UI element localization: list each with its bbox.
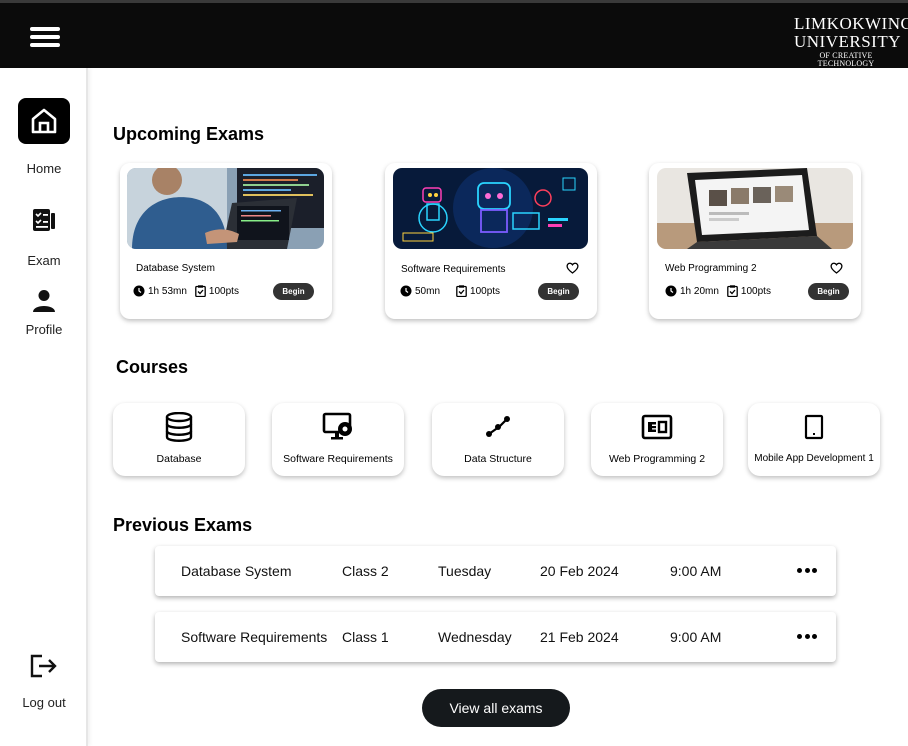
exam-title: Software Requirements xyxy=(401,264,506,275)
clock-icon xyxy=(400,285,412,297)
logo-line-2: UNIVERSITY xyxy=(794,32,901,51)
previous-exams-title: Previous Exams xyxy=(113,515,253,535)
exam-time: 9:00 AM xyxy=(670,629,722,645)
database-icon xyxy=(113,412,245,442)
duration-text: 1h 53mn xyxy=(148,285,187,297)
clipboard-icon xyxy=(456,285,467,297)
courses-title: Courses xyxy=(116,357,189,377)
course-name: Data Structure xyxy=(464,453,532,465)
exam-meta: 50mn 100pts xyxy=(400,285,508,297)
clock-icon xyxy=(133,285,145,297)
exam-title: Database System xyxy=(136,263,215,274)
duration: 1h 20mn xyxy=(665,285,719,297)
points: 100pts xyxy=(727,285,771,297)
upcoming-exams-title: Upcoming Exams xyxy=(113,124,265,144)
duration: 50mn xyxy=(400,285,440,297)
begin-button[interactable]: Begin xyxy=(273,283,314,300)
course-name: Software Requirements xyxy=(283,453,393,465)
course-card-software-requirements[interactable]: Software Requirements xyxy=(272,403,404,476)
logout-button[interactable]: Log out xyxy=(0,654,88,710)
table-row[interactable]: Software Requirements Class 1 Wednesday … xyxy=(155,612,836,662)
course-card-web-programming-2[interactable]: Web Programming 2 xyxy=(591,403,723,476)
exam-meta: 1h 53mn 100pts xyxy=(133,285,247,297)
exam-day: Tuesday xyxy=(438,563,492,579)
exam-class: Class 1 xyxy=(342,629,389,645)
top-bar: LIMKOKWING UNIVERSITY OF CREATIVE TECHNO… xyxy=(0,0,908,68)
course-card-database[interactable]: Database xyxy=(113,403,245,476)
logout-label: Log out xyxy=(22,695,66,710)
sidebar-item-exam[interactable]: Exam xyxy=(0,208,88,268)
more-options-icon[interactable] xyxy=(797,562,817,578)
sidebar-item-label: Exam xyxy=(27,253,61,268)
exam-title: Web Programming 2 xyxy=(665,263,757,274)
exam-thumbnail xyxy=(657,168,853,249)
exam-date: 20 Feb 2024 xyxy=(540,563,619,579)
more-options-icon[interactable] xyxy=(797,628,817,644)
logo-line-3: OF CREATIVE TECHNOLOGY xyxy=(817,51,875,68)
points-text: 100pts xyxy=(208,285,239,297)
exam-time: 9:00 AM xyxy=(670,563,722,579)
points-text: 100pts xyxy=(740,285,771,297)
sidebar-item-profile[interactable]: Profile xyxy=(0,289,88,337)
sidebar-item-label: Profile xyxy=(25,322,63,337)
heart-icon[interactable] xyxy=(830,262,843,274)
sidebar: Home Exam Profile Log out xyxy=(0,68,88,746)
exam-class: Class 2 xyxy=(342,563,389,579)
table-row[interactable]: Database System Class 2 Tuesday 20 Feb 2… xyxy=(155,546,836,596)
points-text: 100pts xyxy=(470,285,501,297)
exam-card-web-programming-2[interactable]: Web Programming 2 1h 20mn 100pts Begin xyxy=(649,163,861,319)
sidebar-item-home[interactable]: Home xyxy=(0,98,88,176)
course-name: Web Programming 2 xyxy=(608,453,706,465)
user-icon xyxy=(0,289,88,313)
clock-icon xyxy=(665,285,677,297)
duration-text: 1h 20mn xyxy=(680,285,719,297)
home-icon xyxy=(18,98,70,144)
menu-icon[interactable] xyxy=(30,27,60,47)
exam-date: 21 Feb 2024 xyxy=(540,629,619,645)
exam-icon xyxy=(0,208,88,232)
exam-thumbnail xyxy=(393,168,588,249)
tablet-icon xyxy=(748,412,880,442)
begin-button[interactable]: Begin xyxy=(808,283,849,300)
exam-card-software-requirements[interactable]: Software Requirements 50mn 100pts Begin xyxy=(385,163,597,319)
clipboard-icon xyxy=(195,285,206,297)
exam-name: Software Requirements xyxy=(181,629,328,645)
graph-line-icon xyxy=(432,412,564,442)
exam-day: Wednesday xyxy=(438,629,512,645)
exam-meta: 1h 20mn 100pts xyxy=(665,285,779,297)
begin-button[interactable]: Begin xyxy=(538,283,579,300)
course-card-data-structure[interactable]: Data Structure xyxy=(432,403,564,476)
duration-text: 50mn xyxy=(415,285,441,297)
course-name: Mobile App Development 1 xyxy=(754,453,874,464)
web-layout-icon xyxy=(591,412,723,442)
course-card-mobile-app-development-1[interactable]: Mobile App Development 1 xyxy=(748,403,880,476)
exam-thumbnail xyxy=(127,168,324,249)
logout-icon xyxy=(0,654,88,678)
clipboard-icon xyxy=(727,285,738,297)
logo-line-1: LIMKOKWING xyxy=(794,14,908,33)
view-all-exams-button[interactable]: View all exams xyxy=(422,689,570,727)
points: 100pts xyxy=(195,285,239,297)
monitor-settings-icon xyxy=(272,412,404,442)
points: 100pts xyxy=(456,285,500,297)
sidebar-item-label: Home xyxy=(26,161,62,176)
exam-card-database-system[interactable]: Database System 1h 53mn 100pts Begin xyxy=(120,163,332,319)
heart-icon[interactable] xyxy=(566,262,579,274)
duration: 1h 53mn xyxy=(133,285,187,297)
university-logo: LIMKOKWING UNIVERSITY OF CREATIVE TECHNO… xyxy=(794,14,908,68)
exam-name: Database System xyxy=(181,563,292,579)
course-name: Database xyxy=(156,453,202,465)
